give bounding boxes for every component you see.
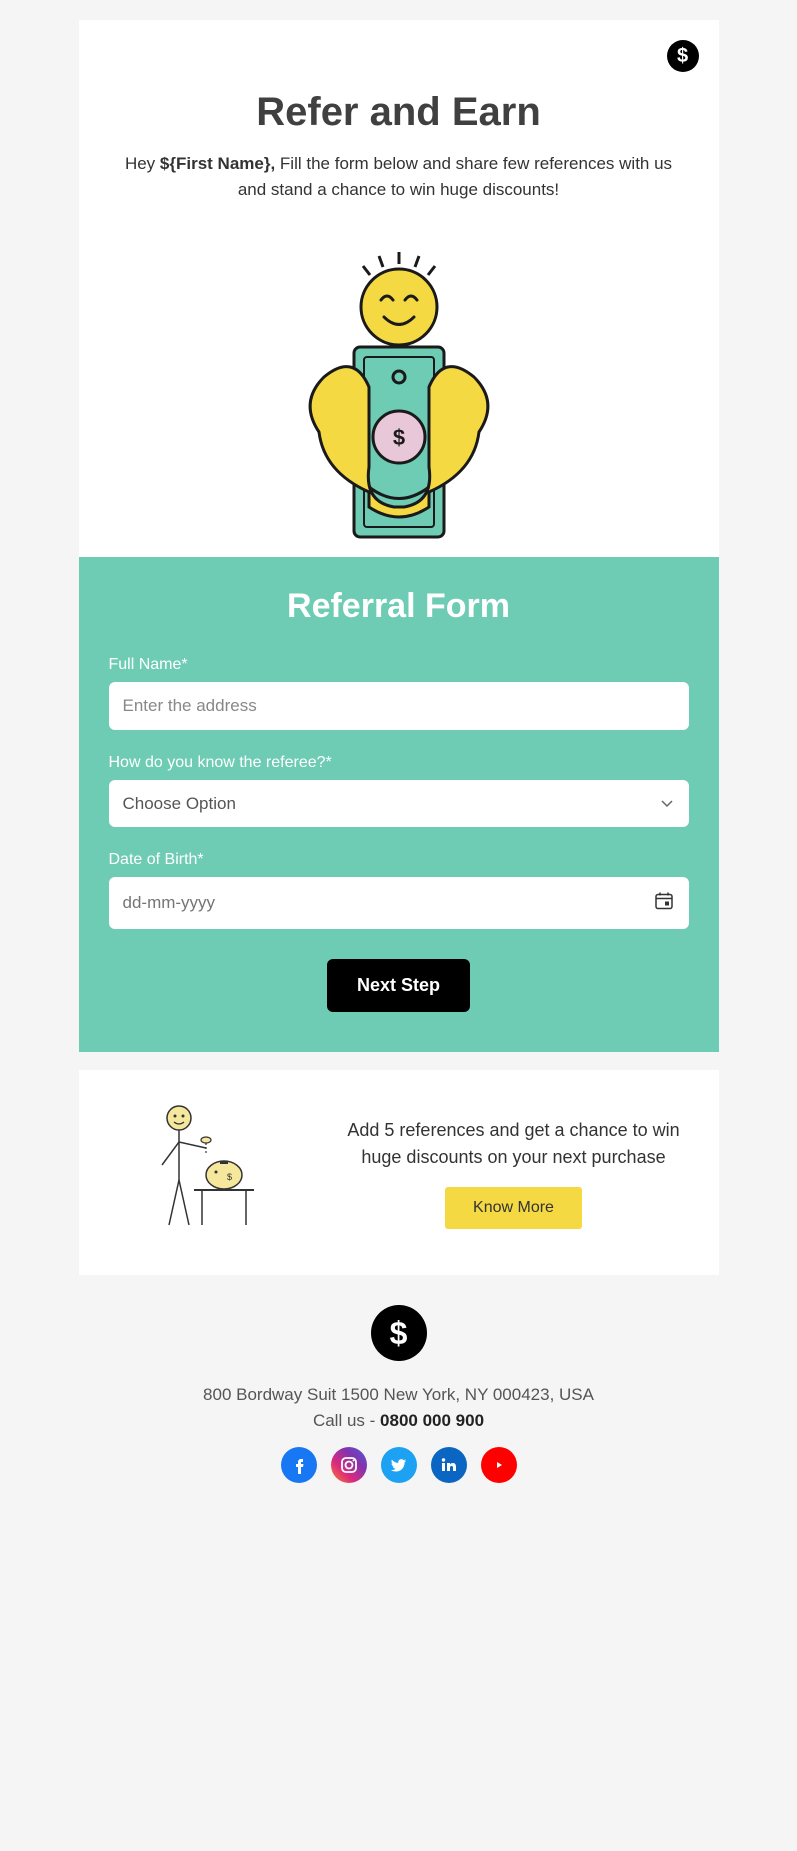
savings-illustration: $ — [109, 1100, 309, 1245]
footer-address: 800 Bordway Suit 1500 New York, NY 00042… — [40, 1385, 757, 1405]
greeting-rest: Fill the form below and share few refere… — [238, 154, 672, 199]
greeting-prefix: Hey — [125, 154, 160, 173]
page-title: Refer and Earn — [119, 90, 679, 135]
svg-text:$: $ — [392, 425, 404, 450]
fullname-label: Full Name* — [109, 656, 689, 674]
hero-illustration: $ — [79, 222, 719, 557]
info-section: $ Add 5 references and get a chance to w… — [79, 1070, 719, 1275]
know-more-button[interactable]: Know More — [445, 1187, 582, 1229]
footer-dollar-icon: $ — [371, 1305, 427, 1361]
next-step-button[interactable]: Next Step — [327, 959, 470, 1012]
twitter-icon[interactable] — [381, 1447, 417, 1483]
linkedin-icon[interactable] — [431, 1447, 467, 1483]
svg-text:$: $ — [227, 1172, 232, 1182]
dob-label: Date of Birth* — [109, 851, 689, 869]
footer: $ 800 Bordway Suit 1500 New York, NY 000… — [20, 1275, 777, 1543]
footer-phone-line: Call us - 0800 000 900 — [40, 1411, 757, 1431]
youtube-icon[interactable] — [481, 1447, 517, 1483]
calendar-icon — [655, 892, 673, 915]
instagram-icon[interactable] — [331, 1447, 367, 1483]
form-title: Referral Form — [109, 587, 689, 626]
fullname-input[interactable] — [109, 682, 689, 730]
relation-label: How do you know the referee?* — [109, 754, 689, 772]
relation-select[interactable]: Choose Option — [109, 780, 689, 827]
info-text: Add 5 references and get a chance to win… — [339, 1117, 689, 1171]
social-links — [40, 1447, 757, 1483]
referral-form: Referral Form Full Name* How do you know… — [79, 557, 719, 1052]
call-prefix: Call us - — [313, 1411, 380, 1430]
dollar-badge-icon: $ — [667, 40, 699, 72]
facebook-icon[interactable] — [281, 1447, 317, 1483]
phone-number: 0800 000 900 — [380, 1411, 484, 1430]
greeting-variable: ${First Name}, — [160, 154, 275, 173]
dob-input[interactable] — [109, 877, 689, 929]
page-subtitle: Hey ${First Name}, Fill the form below a… — [119, 151, 679, 202]
